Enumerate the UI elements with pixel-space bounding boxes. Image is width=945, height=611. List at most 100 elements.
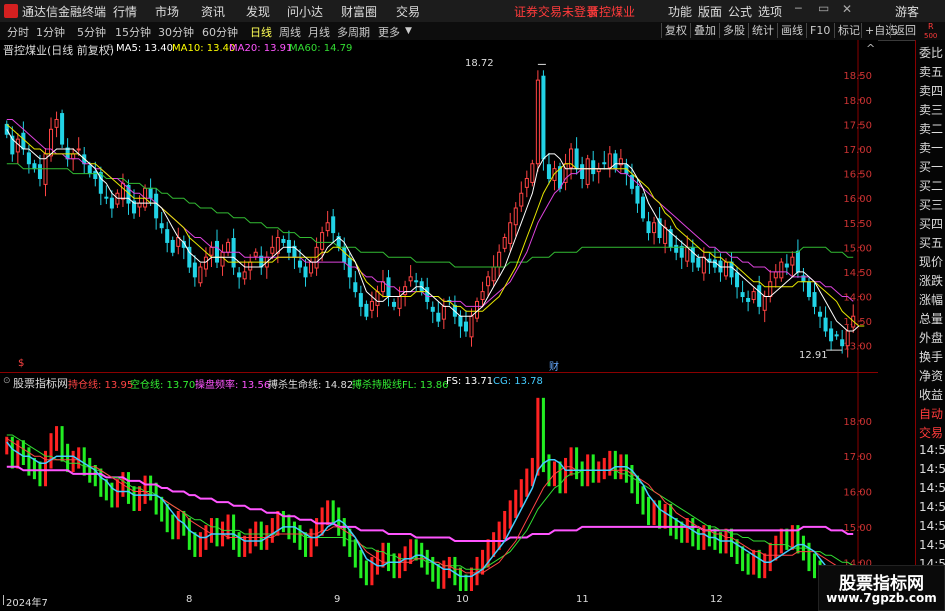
candle-body: [602, 162, 607, 165]
tab-multi-period[interactable]: 多周期: [337, 24, 370, 40]
tab-5min[interactable]: 5分钟: [77, 24, 106, 40]
menu-trade[interactable]: 交易: [396, 3, 420, 20]
candle-body: [320, 232, 325, 250]
indicator-bar: [88, 457, 92, 483]
menu-ask[interactable]: 问小达: [287, 3, 323, 20]
side-panel-label: 委比: [919, 46, 944, 60]
menu-options[interactable]: 选项: [758, 3, 782, 20]
indicator-bar: [469, 567, 474, 591]
minimize-icon[interactable]: ─: [795, 2, 802, 15]
multi-stock-button[interactable]: 多股: [719, 23, 748, 38]
mark-button[interactable]: 标记: [834, 23, 863, 38]
side-panel-label: 涨幅: [919, 293, 944, 307]
period-toolbar: 分时 1分钟 5分钟 15分钟 30分钟 60分钟 日线 周线 月线 多周期 更…: [0, 22, 945, 41]
candle-body: [685, 246, 690, 262]
tab-intraday[interactable]: 分时: [7, 24, 29, 40]
kline-chart-panel[interactable]: 13.00 13.50 14.00 14.50 15.00 15.50 16.00 16.50…: [0, 40, 878, 373]
candle-body: [580, 164, 585, 179]
ma10-label: MA10: 13.40: [172, 43, 236, 54]
candle-body: [137, 202, 142, 208]
dividend-event-marker[interactable]: $: [18, 358, 24, 369]
indicator-bar: [414, 539, 418, 561]
menu-formula[interactable]: 公式: [728, 3, 752, 20]
ma60-label: MA60: 14.79: [289, 43, 353, 54]
kline-title: 晋控煤业(日线 前复权): [3, 44, 115, 57]
candle-body: [607, 153, 612, 169]
indicator-bar: [176, 510, 180, 540]
candle-body: [541, 75, 546, 160]
indicator-bar: [281, 510, 285, 533]
candle-body: [37, 164, 42, 179]
menu-market-quotes[interactable]: 行情: [113, 3, 137, 20]
finance-event-marker[interactable]: 财: [549, 358, 559, 373]
stock-name-link[interactable]: 晋控煤业: [587, 3, 635, 20]
tab-1min[interactable]: 1分钟: [36, 24, 65, 40]
tab-more[interactable]: 更多: [378, 24, 400, 40]
indicator-chart-panel[interactable]: 14.00 15.00 16.00 17.00 18.00 ⊙ 股票指标网 持仓线: 1…: [0, 373, 878, 591]
indicator-svg[interactable]: 14.0015.0016.0017.0018.00: [0, 373, 878, 591]
candle-body: [248, 261, 253, 271]
candle-body: [768, 281, 773, 298]
date-label-nov: 11: [576, 594, 589, 605]
indicator-bar: [458, 567, 462, 591]
menu-functions[interactable]: 功能: [668, 3, 692, 20]
adjust-button[interactable]: 复权: [661, 23, 690, 38]
candle-body: [591, 160, 596, 175]
indicator-bar: [55, 426, 59, 451]
candle-body: [342, 246, 347, 263]
settings-icon[interactable]: ⊙: [106, 43, 114, 53]
tab-60min[interactable]: 60分钟: [202, 24, 238, 40]
tab-30min[interactable]: 30分钟: [158, 24, 194, 40]
indicator-bar: [707, 525, 711, 547]
side-panel-label: 卖四: [919, 84, 944, 98]
collapse-chevron-icon[interactable]: ^: [866, 42, 875, 55]
indicator-bar: [746, 553, 750, 575]
tab-monthly[interactable]: 月线: [308, 24, 330, 40]
candle-body: [740, 292, 745, 298]
kline-svg[interactable]: 13.0013.5014.0014.5015.0015.5016.0016.50…: [0, 40, 878, 373]
menu-news[interactable]: 资讯: [201, 3, 225, 20]
indicator-settings-icon[interactable]: ⊙: [3, 376, 11, 386]
candle-body: [690, 246, 695, 263]
side-panel-label: 买一: [919, 160, 944, 174]
side-panel-label: 14:56: [919, 538, 945, 552]
indicator-bar: [564, 457, 568, 494]
side-panel-label: 净资: [919, 369, 944, 383]
f10-button[interactable]: F10: [806, 23, 833, 38]
overlay-button[interactable]: 叠加: [690, 23, 719, 38]
guest-login[interactable]: 游客: [895, 3, 919, 20]
candle-body: [198, 266, 203, 284]
candle-body: [497, 251, 502, 268]
indicator-bar: [132, 486, 136, 511]
tab-daily[interactable]: 日线: [250, 24, 272, 40]
menu-market[interactable]: 市场: [155, 3, 179, 20]
candle-body: [806, 281, 811, 298]
draw-line-button[interactable]: 画线: [777, 23, 806, 38]
menu-discover[interactable]: 发现: [246, 3, 270, 20]
trade-login-notice[interactable]: 证券交易未登录: [514, 3, 598, 20]
indicator-bar: [337, 507, 341, 536]
indicator-bar: [696, 528, 700, 550]
tab-15min[interactable]: 15分钟: [115, 24, 151, 40]
side-panel-label: 买五: [919, 236, 944, 250]
close-icon[interactable]: ✕: [842, 2, 852, 16]
back-button[interactable]: 返回: [890, 23, 919, 38]
indicator-bar: [790, 525, 794, 550]
tab-weekly[interactable]: 周线: [279, 24, 301, 40]
maximize-icon[interactable]: ▭: [818, 1, 829, 15]
candle-body: [795, 250, 800, 273]
indicator-bar: [591, 454, 595, 483]
candle-body: [640, 196, 646, 219]
candle-body: [237, 272, 242, 278]
candle-body: [773, 271, 778, 279]
more-chevron-down-icon[interactable]: ▼: [405, 26, 412, 36]
candle-body: [226, 241, 231, 253]
trade-frequency-label: 操盘频率: 13.56: [195, 380, 271, 391]
price-tick-label: 17.00: [843, 145, 872, 156]
candle-body: [309, 261, 314, 274]
menu-layout[interactable]: 版面: [698, 3, 722, 20]
statistics-button[interactable]: 统计: [748, 23, 777, 38]
menu-wealth-circle[interactable]: 财富圈: [341, 3, 377, 20]
candle-body: [203, 256, 208, 270]
candle-body: [491, 266, 496, 282]
